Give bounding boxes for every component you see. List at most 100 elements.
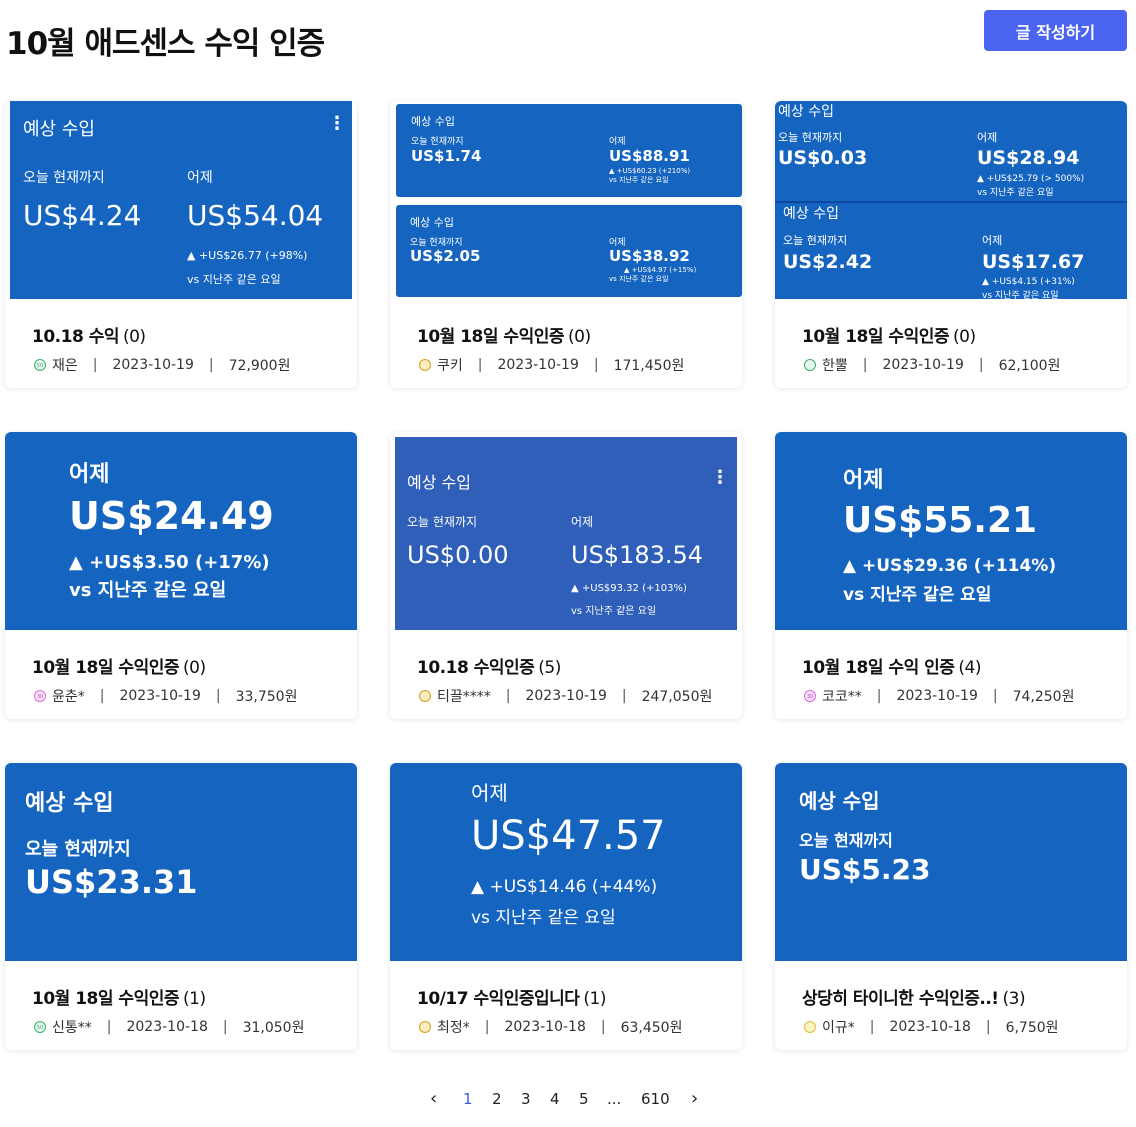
page-link-3[interactable]: 3 bbox=[521, 1090, 531, 1108]
adsense-panel: 어제 US$24.49 ▲ +US$3.50 (+17%) vs 지난주 같은 … bbox=[5, 432, 357, 630]
post-thumbnail[interactable]: 예상 수입 오늘 현재까지 US$0.03 어제 US$28.94 ▲ +US$… bbox=[775, 101, 1127, 299]
post-title[interactable]: 10월 18일 수익인증 (1) bbox=[32, 984, 206, 1009]
post-amount: 63,450원 bbox=[620, 1020, 683, 1036]
level-badge-icon bbox=[804, 1021, 816, 1033]
yesterday-value: US$24.49 bbox=[69, 494, 274, 538]
post-date: 2023-10-19 bbox=[497, 357, 579, 373]
post-meta: 이규* | 2023-10-18 | 6,750원 bbox=[804, 1017, 1059, 1037]
yesterday-value: US$183.54 bbox=[571, 541, 704, 569]
compare-text: vs 지난주 같은 요일 bbox=[471, 908, 616, 928]
post-thumbnail[interactable]: 어제 US$55.21 ▲ +US$29.36 (+114%) vs 지난주 같… bbox=[775, 432, 1127, 630]
author-name[interactable]: 최정* bbox=[437, 1017, 470, 1037]
change-text: ▲ +US$4.97 (+15%) bbox=[624, 266, 697, 274]
panel-header: 예상 수입 bbox=[778, 104, 834, 120]
author-name[interactable]: 쿠키 bbox=[437, 355, 463, 375]
author-name[interactable]: 재은 bbox=[52, 355, 78, 375]
post-thumbnail[interactable]: 예상 수입 오늘 현재까지 US$1.74 어제 US$88.91 ▲ +US$… bbox=[390, 101, 742, 299]
post-thumbnail[interactable]: 예상 수입 오늘 현재까지 US$5.23 bbox=[775, 763, 1127, 961]
post-title-text: 10/17 수익인증입니다 bbox=[417, 989, 580, 1009]
panel-header: 예상 수입 bbox=[23, 119, 95, 140]
separator: | bbox=[99, 688, 105, 704]
today-value: US$5.23 bbox=[799, 853, 931, 886]
post-title[interactable]: 10/17 수익인증입니다 (1) bbox=[417, 984, 607, 1009]
page-title: 10월 애드센스 수익 인증 bbox=[6, 26, 325, 62]
today-label: 오늘 현재까지 bbox=[411, 137, 464, 147]
post-amount: 171,450원 bbox=[613, 358, 685, 374]
yesterday-label: 어제 bbox=[69, 462, 110, 487]
post-card[interactable]: 어제 US$24.49 ▲ +US$3.50 (+17%) vs 지난주 같은 … bbox=[5, 432, 357, 719]
level-badge-icon: 30 bbox=[34, 690, 46, 702]
author-name[interactable]: 티끌**** bbox=[437, 686, 491, 706]
post-card[interactable]: 어제 US$55.21 ▲ +US$29.36 (+114%) vs 지난주 같… bbox=[775, 432, 1127, 719]
post-meta: 최정* | 2023-10-18 | 63,450원 bbox=[419, 1017, 682, 1037]
post-title[interactable]: 10월 18일 수익인증 (0) bbox=[417, 322, 591, 347]
post-meta: 한뿔 | 2023-10-19 | 62,100원 bbox=[804, 355, 1060, 375]
separator: | bbox=[92, 357, 98, 373]
level-badge-icon bbox=[804, 359, 816, 371]
today-label: 오늘 현재까지 bbox=[407, 515, 478, 529]
post-thumbnail[interactable]: 어제 US$24.49 ▲ +US$3.50 (+17%) vs 지난주 같은 … bbox=[5, 432, 357, 630]
post-date: 2023-10-18 bbox=[126, 1019, 208, 1035]
comment-count: (0) bbox=[953, 327, 976, 347]
author-name[interactable]: 신통** bbox=[52, 1017, 92, 1037]
page-link-4[interactable]: 4 bbox=[550, 1090, 560, 1108]
change-text: ▲ +US$26.77 (+98%) bbox=[187, 249, 308, 262]
author-name[interactable]: 윤춘* bbox=[52, 686, 85, 706]
post-thumbnail[interactable]: 예상 수입 ⋮ 오늘 현재까지 US$0.00 어제 US$183.54 ▲ +… bbox=[390, 432, 742, 630]
post-card[interactable]: 예상 수입 ⋮ 오늘 현재까지 US$0.00 어제 US$183.54 ▲ +… bbox=[390, 432, 742, 719]
post-meta: 30 윤춘* | 2023-10-19 | 33,750원 bbox=[34, 686, 297, 706]
post-card[interactable]: 예상 수입 오늘 현재까지 US$23.31 10월 18일 수익인증 (1) 5… bbox=[5, 763, 357, 1050]
post-title[interactable]: 상당히 타이니한 수익인증..! (3) bbox=[802, 984, 1026, 1009]
post-meta: 50 신통** | 2023-10-18 | 31,050원 bbox=[34, 1017, 304, 1037]
post-card[interactable]: 예상 수입 오늘 현재까지 US$5.23 상당히 타이니한 수익인증..! (3… bbox=[775, 763, 1127, 1050]
author-name[interactable]: 코코** bbox=[822, 686, 862, 706]
prev-page-icon[interactable]: ‹ bbox=[430, 1088, 437, 1109]
post-card[interactable]: 예상 수입 오늘 현재까지 US$0.03 어제 US$28.94 ▲ +US$… bbox=[775, 101, 1127, 388]
post-thumbnail[interactable]: 예상 수입 오늘 현재까지 US$23.31 bbox=[5, 763, 357, 961]
author-name[interactable]: 이규* bbox=[822, 1017, 855, 1037]
separator: | bbox=[477, 357, 483, 373]
page-link-2[interactable]: 2 bbox=[492, 1090, 502, 1108]
level-badge-icon: 50 bbox=[34, 1021, 46, 1033]
post-title-text: 10월 18일 수익 인증 bbox=[802, 658, 955, 678]
page-link-1[interactable]: 1 bbox=[463, 1090, 473, 1108]
separator: | bbox=[600, 1019, 606, 1035]
post-title[interactable]: 10.18 수익 (0) bbox=[32, 322, 146, 347]
page-link-5[interactable]: 5 bbox=[579, 1090, 589, 1108]
post-title[interactable]: 10.18 수익인증 (5) bbox=[417, 653, 561, 678]
adsense-panel: 어제 US$47.57 ▲ +US$14.46 (+44%) vs 지난주 같은… bbox=[390, 763, 742, 961]
level-badge-icon bbox=[419, 1021, 431, 1033]
author-name[interactable]: 한뿔 bbox=[822, 355, 848, 375]
panel-header: 예상 수입 bbox=[799, 789, 880, 813]
page-link-last[interactable]: 610 bbox=[641, 1090, 670, 1108]
compare-text: vs 지난주 같은 요일 bbox=[609, 275, 669, 283]
post-card[interactable]: 예상 수입 ⋮ 오늘 현재까지 US$4.24 어제 US$54.04 ▲ +U… bbox=[5, 101, 357, 388]
yesterday-label: 어제 bbox=[977, 131, 998, 144]
next-page-icon[interactable]: › bbox=[691, 1088, 698, 1109]
post-title[interactable]: 10월 18일 수익 인증 (4) bbox=[802, 653, 982, 678]
post-amount: 247,050원 bbox=[641, 689, 713, 705]
post-meta: 30 코코** | 2023-10-19 | 74,250원 bbox=[804, 686, 1074, 706]
post-title[interactable]: 10월 18일 수익인증 (0) bbox=[32, 653, 206, 678]
post-thumbnail[interactable]: 예상 수입 ⋮ 오늘 현재까지 US$4.24 어제 US$54.04 ▲ +U… bbox=[5, 101, 357, 299]
post-card[interactable]: 예상 수입 오늘 현재까지 US$1.74 어제 US$88.91 ▲ +US$… bbox=[390, 101, 742, 388]
adsense-panel: 예상 수입 ⋮ 오늘 현재까지 US$4.24 어제 US$54.04 ▲ +U… bbox=[10, 101, 352, 299]
yesterday-value: US$55.21 bbox=[843, 500, 1038, 541]
post-date: 2023-10-18 bbox=[889, 1019, 971, 1035]
post-card[interactable]: 어제 US$47.57 ▲ +US$14.46 (+44%) vs 지난주 같은… bbox=[390, 763, 742, 1050]
post-title-text: 10.18 수익 bbox=[32, 327, 119, 347]
today-value: US$2.42 bbox=[783, 251, 873, 273]
compare-text: vs 지난주 같은 요일 bbox=[982, 291, 1059, 299]
level-badge-icon: 30 bbox=[804, 690, 816, 702]
today-label: 오늘 현재까지 bbox=[25, 839, 131, 860]
separator: | bbox=[106, 1019, 112, 1035]
compare-text: vs 지난주 같은 요일 bbox=[843, 585, 992, 605]
compare-text: vs 지난주 같은 요일 bbox=[187, 273, 281, 286]
level-badge-icon: 50 bbox=[34, 359, 46, 371]
post-date: 2023-10-19 bbox=[119, 688, 201, 704]
post-amount: 33,750원 bbox=[235, 689, 298, 705]
post-title[interactable]: 10월 18일 수익인증 (0) bbox=[802, 322, 976, 347]
post-amount: 31,050원 bbox=[242, 1020, 305, 1036]
post-thumbnail[interactable]: 어제 US$47.57 ▲ +US$14.46 (+44%) vs 지난주 같은… bbox=[390, 763, 742, 961]
write-post-button[interactable]: 글 작성하기 bbox=[984, 10, 1127, 51]
